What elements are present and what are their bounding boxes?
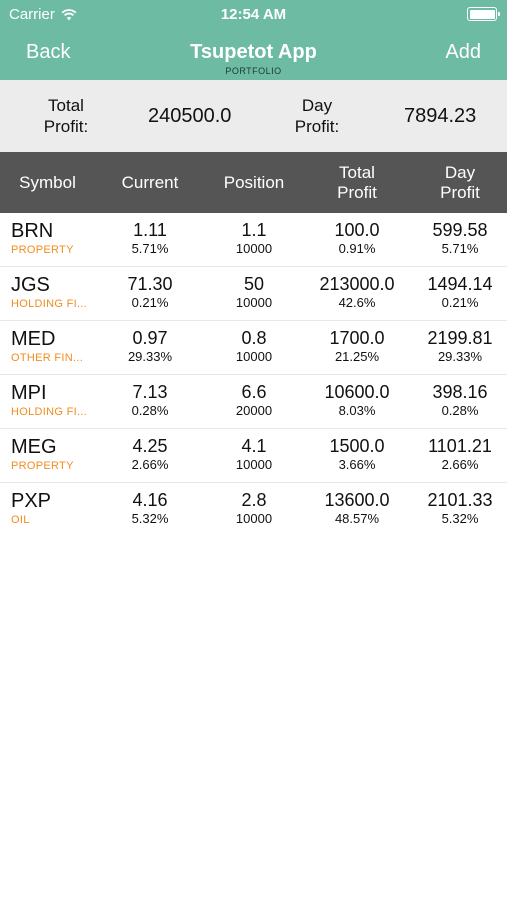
day-profit-value: 7894.23 [404,105,477,127]
row-symbol: MEG [11,436,57,458]
column-position[interactable]: Position [204,152,304,213]
row-position: 50 10000 [235,274,273,310]
table-row[interactable]: MEG PROPERTY 4.25 2.66% 4.1 10000 1500.0 3.… [0,429,507,483]
holdings-list: BRN PROPERTY 1.11 5.71% 1.1 10000 100.0 0.9… [0,213,507,537]
row-position: 2.8 10000 [235,490,273,526]
row-current: 71.30 0.21% [127,274,173,310]
table-row[interactable]: MED OTHER FIN... 0.97 29.33% 0.8 10000 170… [0,321,507,375]
row-symbol: PXP [11,490,52,512]
row-day-profit: 1101.21 2.66% [428,436,492,472]
row-total-profit: 13600.0 48.57% [324,490,390,526]
table-row[interactable]: BRN PROPERTY 1.11 5.71% 1.1 10000 100.0 0.9… [0,213,507,267]
row-current: 7.13 0.28% [131,382,169,418]
row-day-profit: 2101.33 5.32% [427,490,493,526]
row-position: 6.6 20000 [235,382,273,418]
row-day-profit: 2199.81 29.33% [427,328,493,364]
add-button[interactable]: Add [445,41,481,64]
row-sector: OIL [11,514,30,526]
row-current: 4.25 2.66% [131,436,169,472]
row-current: 1.11 5.71% [131,220,169,256]
total-profit-label: Total Profit: [43,96,89,136]
battery-icon [467,7,500,21]
table-header: Symbol Current Position Total Profit Day P… [0,152,507,213]
column-current[interactable]: Current [100,152,200,213]
row-position: 4.1 10000 [235,436,273,472]
row-day-profit: 599.58 5.71% [432,220,488,256]
column-symbol[interactable]: Symbol [0,152,95,213]
row-sector: PROPERTY [11,460,74,472]
row-position: 0.8 10000 [235,328,273,364]
profit-summary: Total Profit: 240500.0 Day Profit: 7894.… [0,80,507,152]
column-total-profit[interactable]: Total Profit [307,152,407,213]
row-day-profit: 398.16 0.28% [432,382,488,418]
row-current: 4.16 5.32% [131,490,169,526]
table-row[interactable]: PXP OIL 4.16 5.32% 2.8 10000 13600.0 48.57%… [0,483,507,537]
row-total-profit: 100.0 0.91% [334,220,380,256]
row-total-profit: 1700.0 21.25% [329,328,385,364]
total-profit-value: 240500.0 [148,105,232,127]
row-symbol: MPI [11,382,47,404]
row-position: 1.1 10000 [235,220,273,256]
row-total-profit: 10600.0 8.03% [324,382,390,418]
status-bar: Carrier 12:54 AM [0,0,507,28]
table-row[interactable]: JGS HOLDING FI... 71.30 0.21% 50 10000 213… [0,267,507,321]
row-day-profit: 1494.14 0.21% [427,274,493,310]
row-current: 0.97 29.33% [127,328,173,364]
page-title: Tsupetot App [190,41,317,63]
column-day-profit[interactable]: Day Profit [410,152,507,213]
row-symbol: BRN [11,220,54,242]
row-total-profit: 1500.0 3.66% [329,436,385,472]
row-sector: OTHER FIN... [11,352,84,364]
table-row[interactable]: MPI HOLDING FI... 7.13 0.28% 6.6 20000 106… [0,375,507,429]
row-sector: HOLDING FI... [11,298,88,310]
row-total-profit: 213000.0 42.6% [319,274,395,310]
app-header: Carrier 12:54 AM Back Tsupetot App PORTF… [0,0,507,80]
row-symbol: JGS [11,274,50,296]
row-symbol: MED [11,328,56,350]
page-subtitle: PORTFOLIO [225,66,282,76]
status-time: 12:54 AM [220,6,287,23]
row-sector: HOLDING FI... [11,406,88,418]
day-profit-label: Day Profit: [294,96,340,136]
row-sector: PROPERTY [11,244,74,256]
